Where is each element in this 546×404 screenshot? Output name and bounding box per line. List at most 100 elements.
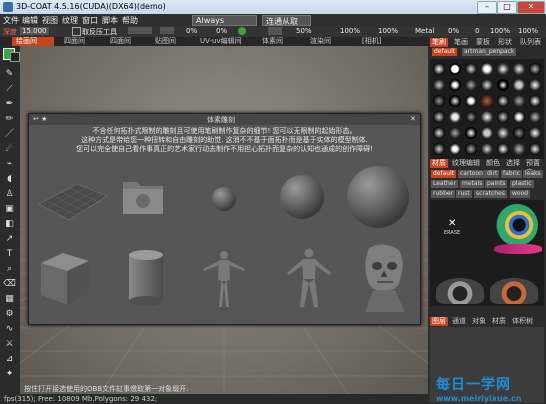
brush-alpha[interactable] <box>465 143 477 155</box>
spec-toggle[interactable] <box>268 27 282 35</box>
tab-objects[interactable]: 对象 <box>470 317 488 326</box>
tab-uv-room[interactable]: UV-uv编辑间 <box>200 37 258 46</box>
brush-alpha[interactable] <box>497 127 509 139</box>
brush-alpha[interactable] <box>481 111 493 123</box>
depth-input[interactable]: 15.000 <box>20 27 49 35</box>
material-chip-rubber[interactable]: rubber <box>431 190 456 198</box>
tab-camera[interactable]: [相机] <box>362 37 402 46</box>
brush-alpha[interactable] <box>529 143 541 155</box>
right-pct-a[interactable]: 100% <box>490 27 510 35</box>
tab-materials-2[interactable]: 材质 <box>490 317 508 326</box>
female-mannequin-primitive[interactable] <box>199 249 249 311</box>
mode2-select[interactable]: 连通从取 <box>262 15 311 26</box>
material-chip-fabric[interactable]: fabric <box>501 170 523 178</box>
menu-edit[interactable]: 编辑 <box>22 15 38 26</box>
brush-alpha[interactable] <box>433 143 445 155</box>
brush-alpha[interactable] <box>481 143 493 155</box>
line-icon[interactable]: ／ <box>3 128 16 141</box>
material-chip-metals[interactable]: metals <box>460 180 485 188</box>
secondary-color-swatch[interactable] <box>10 52 20 62</box>
brush-alpha[interactable] <box>449 79 461 91</box>
wand-icon[interactable]: ✦ <box>3 368 16 381</box>
material-chip-cartoon[interactable]: cartoon <box>458 170 485 178</box>
maximize-button[interactable]: □ <box>497 1 517 14</box>
depth-pct-value[interactable]: 0% <box>216 27 227 35</box>
brush-alpha[interactable] <box>481 95 493 107</box>
tab-presets[interactable]: 预置库 <box>524 159 546 176</box>
smudge-icon[interactable]: ☄ <box>3 143 16 156</box>
brush-alpha[interactable] <box>513 63 525 75</box>
preset-default[interactable]: default <box>432 48 458 56</box>
tab-selection[interactable]: 选择 <box>504 159 522 168</box>
brush-alpha[interactable] <box>497 95 509 107</box>
pattern-icon[interactable]: ▦ <box>3 293 16 306</box>
dodge-icon[interactable]: ◖ <box>3 173 16 186</box>
tab-strokes[interactable]: 笔画 <box>452 38 470 47</box>
skull-bust-primitive[interactable] <box>355 242 413 314</box>
brush-alpha[interactable] <box>433 127 445 139</box>
fill-icon[interactable]: ▣ <box>3 203 16 216</box>
tab-retopo2-room[interactable]: 四面间 <box>110 37 150 46</box>
material-chip-default[interactable]: default <box>431 170 457 178</box>
material-chip-dirt[interactable]: dirt <box>485 170 500 178</box>
picker-icon[interactable]: ⌕ <box>3 263 16 276</box>
tab-masks[interactable]: 蒙板 <box>474 38 492 47</box>
brush-alpha[interactable] <box>513 127 525 139</box>
blur-icon[interactable]: ⌁ <box>3 158 16 171</box>
folder-icon[interactable] <box>119 174 169 222</box>
material-chip-leaks[interactable]: leaks <box>523 170 543 178</box>
brush-alpha[interactable] <box>529 111 541 123</box>
brush-alpha[interactable] <box>497 143 509 155</box>
tab-render-room[interactable]: 渲染间 <box>310 37 350 46</box>
brush-alpha[interactable] <box>449 95 461 107</box>
brush-alpha[interactable] <box>465 95 477 107</box>
small-sphere-primitive[interactable] <box>209 184 239 214</box>
text-icon[interactable]: T <box>3 248 16 261</box>
smooth-toggle[interactable] <box>160 27 174 34</box>
menu-script[interactable]: 脚本 <box>102 15 118 26</box>
material-chip-rust[interactable]: rust <box>456 190 472 198</box>
pen-icon[interactable]: ✎ <box>3 68 16 81</box>
metal-value[interactable]: 0% <box>448 27 459 35</box>
brush-alpha[interactable] <box>529 79 541 91</box>
material-ball-eye[interactable] <box>496 204 538 246</box>
tab-texture-edit[interactable]: 纹理编辑 <box>450 159 482 168</box>
menu-window[interactable]: 窗口 <box>82 15 98 26</box>
brush-alpha[interactable] <box>513 111 525 123</box>
cube-primitive[interactable] <box>37 249 95 309</box>
stamp-icon[interactable]: ♙ <box>3 188 16 201</box>
brush-alpha[interactable] <box>529 127 541 139</box>
tab-layers[interactable]: 图层 <box>430 317 448 326</box>
curve-icon[interactable]: ∿ <box>3 323 16 336</box>
brush-alpha[interactable] <box>433 63 445 75</box>
brush-alpha[interactable] <box>465 63 477 75</box>
material-chip-plastic[interactable]: plastic <box>510 180 534 188</box>
material-chip-leather[interactable]: Leather <box>431 180 458 188</box>
brush-alpha[interactable] <box>497 79 509 91</box>
minimize-button[interactable]: – <box>477 1 497 14</box>
menu-view[interactable]: 视图 <box>42 15 58 26</box>
invert-checkbox[interactable] <box>72 27 81 36</box>
material-chip-scratches[interactable]: scratches <box>474 190 507 198</box>
tile-value[interactable]: 100% <box>340 27 360 35</box>
gear-icon[interactable]: ⚙ <box>3 308 16 321</box>
right-pct-b[interactable]: 100% <box>518 27 538 35</box>
material-thumb-copper[interactable] <box>490 278 538 304</box>
pressure-select[interactable] <box>128 27 152 34</box>
brush-alpha[interactable] <box>497 111 509 123</box>
brush-alpha[interactable] <box>529 63 541 75</box>
menu-texture[interactable]: 纹理 <box>62 15 78 26</box>
rot-value[interactable]: 0 <box>475 27 479 35</box>
brush-icon[interactable]: ⟋ <box>3 83 16 96</box>
brush-alpha[interactable] <box>449 127 461 139</box>
erase-icon[interactable]: ✕ <box>448 218 460 230</box>
airbrush-icon[interactable]: ✒ <box>3 98 16 111</box>
menu-help[interactable]: 帮助 <box>122 15 138 26</box>
menu-file[interactable]: 文件 <box>3 15 19 26</box>
medium-sphere-primitive[interactable] <box>277 172 327 222</box>
large-sphere-primitive[interactable] <box>345 164 411 230</box>
gloss-value[interactable]: 50% <box>296 27 312 35</box>
material-chip-wood[interactable]: wood <box>510 190 531 198</box>
brush-alpha[interactable] <box>513 143 525 155</box>
material-thumb-metal[interactable] <box>436 278 484 304</box>
